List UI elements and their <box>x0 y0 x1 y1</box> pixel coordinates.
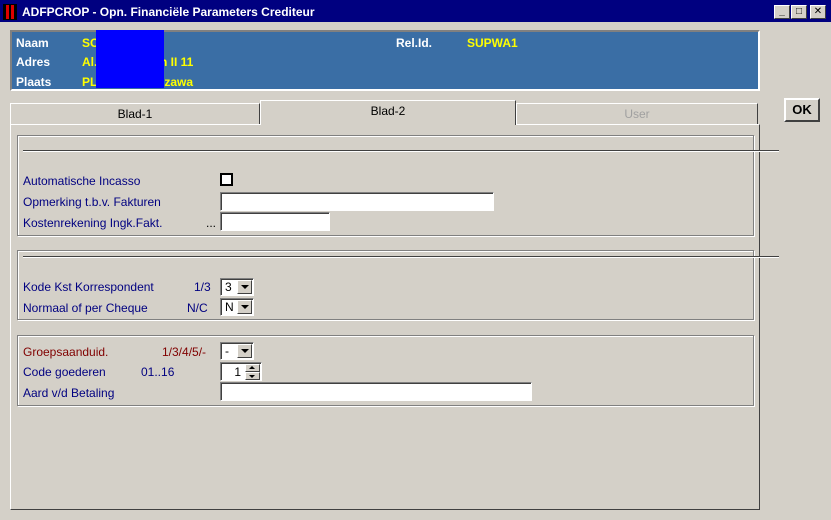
kostenrekening-label: Kostenrekening Ingk.Fakt. <box>23 216 163 230</box>
relid-label: Rel.Id. <box>396 36 433 50</box>
relid-value: SUPWA1 <box>467 36 518 50</box>
opmerking-label: Opmerking t.b.v. Fakturen <box>23 195 161 209</box>
code-goederen-spinner[interactable]: 1 <box>220 362 262 381</box>
redaction-block <box>96 73 154 88</box>
adres-value-end: n II 11 <box>160 55 194 69</box>
tab-blad-2[interactable]: Blad-2 <box>260 100 516 125</box>
adres-label: Adres <box>16 55 51 69</box>
code-goederen-hint: 01..16 <box>141 365 175 379</box>
chevron-down-icon[interactable] <box>237 344 252 358</box>
groepsaanduid-hint: 1/3/4/5/- <box>162 345 207 359</box>
minimize-button[interactable]: _ <box>774 5 790 19</box>
supplier-info-panel: Naam SC Adres Al. n II 11 Plaats PL-0 rs… <box>10 30 760 91</box>
tab-blad-1[interactable]: Blad-1 <box>10 103 260 125</box>
normaal-selected-value: N <box>225 300 234 314</box>
normaal-label: Normaal of per Cheque <box>23 301 148 315</box>
title-bar[interactable]: ADFPCROP - Opn. Financiële Parameters Cr… <box>0 0 831 24</box>
kostenrekening-input[interactable] <box>220 212 330 231</box>
opmerking-input[interactable] <box>220 192 494 211</box>
groepsaanduid-selected-value: - <box>225 344 229 358</box>
kode-kst-hint: 1/3 <box>194 280 211 294</box>
kode-kst-select[interactable]: 3 <box>220 278 254 296</box>
spin-down-icon[interactable] <box>245 372 260 380</box>
spin-up-icon[interactable] <box>245 364 260 372</box>
naam-label: Naam <box>16 36 49 50</box>
normaal-select[interactable]: N <box>220 298 254 316</box>
chevron-down-icon[interactable] <box>237 300 252 314</box>
maximize-button[interactable]: □ <box>791 5 807 19</box>
groepsaanduid-label: Groepsaanduid. <box>23 345 109 359</box>
plaats-label: Plaats <box>16 75 52 89</box>
groepsaanduid-select[interactable]: - <box>220 342 254 360</box>
tab-content-blad-2: Automatische Incasso Opmerking t.b.v. Fa… <box>10 124 779 510</box>
close-button[interactable]: ✕ <box>810 5 826 19</box>
automatische-incasso-label: Automatische Incasso <box>23 174 141 188</box>
code-goederen-label: Code goederen <box>23 365 106 379</box>
aard-betaling-label: Aard v/d Betaling <box>23 386 115 400</box>
aard-betaling-input[interactable] <box>220 382 532 401</box>
separator-line <box>23 256 779 258</box>
kode-kst-selected-value: 3 <box>225 280 232 294</box>
automatische-incasso-checkbox[interactable] <box>220 173 233 186</box>
kostenrekening-lookup-button[interactable]: ... <box>206 216 216 230</box>
chevron-down-icon[interactable] <box>237 280 252 294</box>
code-goederen-value: 1 <box>234 365 241 379</box>
tab-user: User <box>516 103 758 125</box>
ok-button[interactable]: OK <box>784 98 820 122</box>
app-icon <box>3 4 17 20</box>
window-title: ADFPCROP - Opn. Financiële Parameters Cr… <box>22 5 315 19</box>
separator-line <box>23 150 779 152</box>
kode-kst-label: Kode Kst Korrespondent <box>23 280 154 294</box>
normaal-hint: N/C <box>187 301 208 315</box>
